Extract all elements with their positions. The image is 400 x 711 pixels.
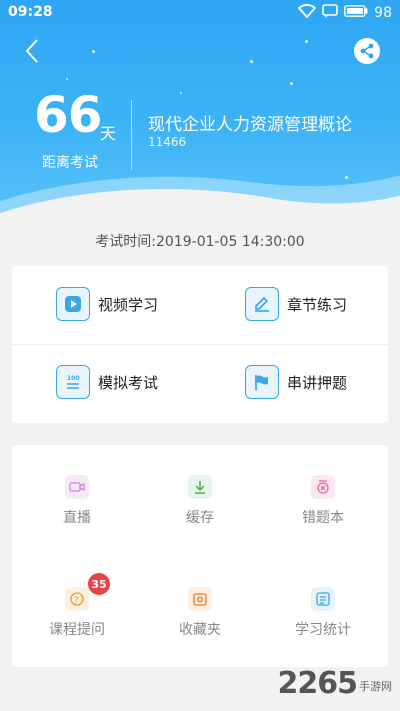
tool-course-questions[interactable]: ? 课程提问 [22,587,132,639]
tool-study-statistics[interactable]: 学习统计 [268,587,378,639]
feature-label: 章节练习 [287,295,348,314]
feature-label: 视频学习 [98,295,159,314]
site-watermark: 2265 手游网 [278,666,393,701]
battery-level: 98 [374,5,392,21]
share-icon [360,43,374,59]
course-title: 现代企业人力资源管理概论 [148,115,352,135]
tool-wrong-questions[interactable]: 错题本 [268,475,378,527]
live-video-icon [65,475,89,499]
feature-card: 视频学习 章节练习 100 模拟考试 串讲押题 [12,266,388,423]
chevron-left-icon [25,39,38,63]
edit-icon [245,287,279,321]
wifi-icon [297,4,317,22]
tool-label: 学习统计 [295,622,351,638]
question-icon: ? [65,587,89,611]
tool-favorites[interactable]: 收藏夹 [145,587,255,639]
feature-chapter-practice[interactable]: 章节练习 [245,287,347,321]
download-icon [188,475,212,499]
status-bar: 09:28 98 [0,0,400,26]
status-time: 09:28 [8,4,53,20]
watermark-site: 手游网 [359,680,392,693]
header-divider [131,100,132,170]
days-countdown: 66 [34,86,103,144]
tools-card: 直播 缓存 错题本 ? 课程提问 35 收藏夹 学习统计 [12,445,388,667]
tool-label: 课程提问 [49,622,105,638]
days-unit: 天 [100,124,117,143]
feature-label: 串讲押题 [287,373,348,392]
card-divider [12,344,388,345]
svg-text:100: 100 [67,375,80,382]
tool-label: 缓存 [186,510,214,526]
question-count-badge: 35 [88,573,110,595]
tool-label: 错题本 [302,510,344,526]
statistics-icon [311,587,335,611]
wrong-questions-icon [311,475,335,499]
battery-icon [344,5,368,21]
exam-paper-icon: 100 [56,365,90,399]
tool-label: 收藏夹 [179,622,221,638]
back-button[interactable] [18,36,48,66]
tool-live[interactable]: 直播 [22,475,132,527]
feature-label: 模拟考试 [98,373,159,392]
feature-video-study[interactable]: 视频学习 [56,287,158,321]
days-label: 距离考试 [42,155,98,171]
tool-label: 直播 [63,510,91,526]
message-icon [322,4,338,22]
exam-time: 考试时间:2019-01-05 14:30:00 [95,234,305,250]
header-banner: 09:28 98 66 天 距离考试 现代企业人力资源管理概论 11466 [0,0,400,228]
feature-mock-exam[interactable]: 100 模拟考试 [56,365,158,399]
favorites-icon [188,587,212,611]
svg-text:?: ? [74,596,79,606]
tool-cache[interactable]: 缓存 [145,475,255,527]
feature-key-points[interactable]: 串讲押题 [245,365,347,399]
play-icon [56,287,90,321]
watermark-number: 2265 [277,666,358,701]
share-button[interactable] [354,38,380,64]
flag-icon [245,365,279,399]
course-code: 11466 [148,135,187,149]
